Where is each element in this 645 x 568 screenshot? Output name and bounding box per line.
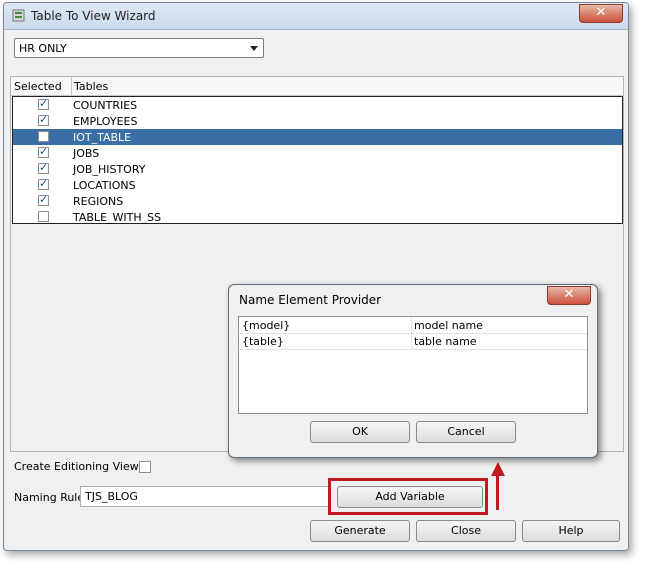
checkmark-icon: ✓	[39, 193, 49, 206]
row-table-name: REGIONS	[73, 195, 124, 208]
ok-button[interactable]: OK	[310, 421, 410, 443]
name-element-provider-dialog: Name Element Provider ✕ {model} model nam…	[228, 284, 598, 458]
dialog-close-button[interactable]: ✕	[547, 286, 591, 305]
header-tables[interactable]: Tables	[74, 80, 108, 93]
checkmark-icon: ✓	[39, 177, 49, 190]
row-checkbox[interactable]: ✓	[38, 145, 49, 158]
checkmark-icon: ✓	[39, 145, 49, 158]
checkmark-icon: ✓	[39, 161, 49, 174]
arrow-head	[491, 462, 505, 476]
checkmark-icon: ✓	[39, 97, 49, 110]
row-checkbox[interactable]	[38, 211, 49, 222]
row-table-name: EMPLOYEES	[73, 115, 138, 128]
variable-row[interactable]: {model} model name	[239, 317, 587, 334]
variable-key: {table}	[242, 335, 284, 348]
chevron-down-icon	[250, 46, 258, 51]
header-selected[interactable]: Selected	[14, 80, 62, 93]
header-divider	[71, 77, 72, 95]
naming-rule-input[interactable]	[80, 486, 330, 507]
table-row[interactable]: IOT_TABLE	[13, 129, 622, 145]
app-icon	[12, 9, 25, 22]
checkmark-icon: ✓	[39, 113, 49, 126]
table-row[interactable]: TABLE_WITH_SS	[13, 209, 622, 225]
cancel-button[interactable]: Cancel	[416, 421, 516, 443]
tables-grid-header: Selected Tables	[11, 77, 623, 96]
row-table-name: TABLE_WITH_SS	[73, 211, 162, 224]
row-checkbox[interactable]	[38, 131, 49, 142]
wizard-window: Table To View Wizard ✕ HR ONLY Selected …	[3, 2, 629, 551]
column-divider	[411, 333, 412, 349]
row-table-name: COUNTRIES	[73, 99, 138, 112]
row-checkbox[interactable]: ✓	[38, 177, 49, 190]
window-close-button[interactable]: ✕	[579, 4, 623, 23]
table-row[interactable]: ✓ JOBS	[13, 145, 622, 161]
variable-key: {model}	[242, 319, 291, 332]
row-checkbox[interactable]: ✓	[38, 161, 49, 174]
table-row[interactable]: ✓ COUNTRIES	[13, 97, 622, 113]
generate-button[interactable]: Generate	[310, 520, 410, 542]
column-divider	[411, 317, 412, 333]
window-title: Table To View Wizard	[31, 9, 156, 23]
table-row[interactable]: ✓ EMPLOYEES	[13, 113, 622, 129]
row-table-name: IOT_TABLE	[73, 131, 132, 144]
dialog-title: Name Element Provider	[239, 293, 382, 307]
variable-value: table name	[414, 335, 477, 348]
row-checkbox[interactable]: ✓	[38, 113, 49, 126]
schema-dropdown-value: HR ONLY	[19, 42, 67, 55]
row-checkbox[interactable]: ✓	[38, 193, 49, 206]
close-button[interactable]: Close	[416, 520, 516, 542]
row-table-name: LOCATIONS	[73, 179, 136, 192]
help-button[interactable]: Help	[522, 520, 620, 542]
table-row[interactable]: ✓ REGIONS	[13, 193, 622, 209]
row-table-name: JOB_HISTORY	[73, 163, 146, 176]
row-checkbox[interactable]: ✓	[38, 97, 49, 110]
add-variable-highlight	[328, 478, 488, 515]
arrow-shaft	[496, 476, 499, 510]
naming-rule-label: Naming Rule:	[14, 491, 88, 504]
row-table-name: JOBS	[73, 147, 100, 160]
variable-value: model name	[414, 319, 483, 332]
tables-list: ✓ COUNTRIES ✓ EMPLOYEES IOT_TABLE ✓ JOBS ✓ JOB_H…	[12, 96, 623, 224]
title-bar: Table To View Wizard ✕	[4, 3, 628, 30]
schema-dropdown[interactable]: HR ONLY	[14, 38, 264, 58]
table-row[interactable]: ✓ LOCATIONS	[13, 177, 622, 193]
table-row[interactable]: ✓ JOB_HISTORY	[13, 161, 622, 177]
variable-row[interactable]: {table} table name	[239, 333, 587, 350]
editioning-checkbox[interactable]	[139, 461, 151, 473]
variables-table: {model} model name {table} table name	[238, 316, 588, 414]
editioning-label: Create Editioning Views:	[14, 460, 149, 473]
